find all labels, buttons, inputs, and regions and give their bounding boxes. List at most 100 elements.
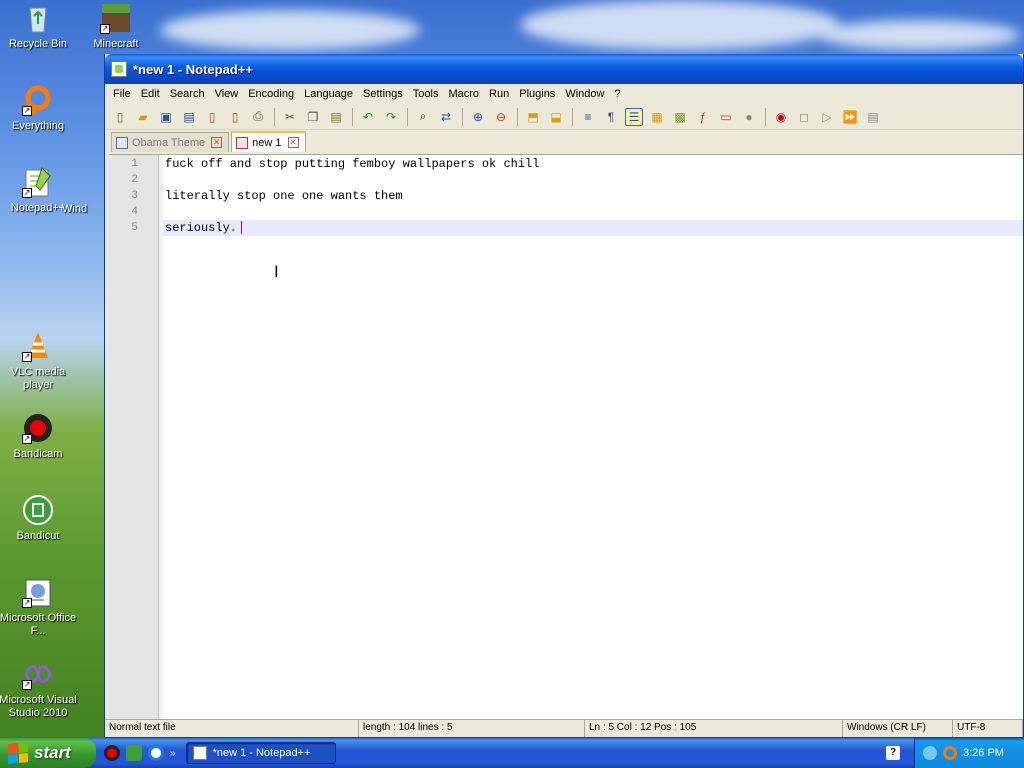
desktop-icon-visual-studio[interactable]: ↗ Microsoft Visual Studio 2010 xyxy=(0,658,78,720)
sync-horizontal-icon[interactable]: ⬓ xyxy=(547,108,565,126)
document-map-icon[interactable]: ▩ xyxy=(671,108,689,126)
network-icon[interactable] xyxy=(923,746,937,760)
taskbar-button-label: *new 1 - Notepad++ xyxy=(212,747,311,759)
menu-encoding[interactable]: Encoding xyxy=(244,86,300,102)
tab-obama-theme[interactable]: Obama Theme ✕ xyxy=(111,132,230,152)
bandicam-quick-launch-icon[interactable] xyxy=(104,745,120,761)
save-all-icon[interactable]: ▤ xyxy=(180,108,198,126)
find-icon[interactable]: ⌕ xyxy=(414,108,432,126)
redo-icon[interactable]: ↷ xyxy=(382,108,400,126)
desktop-icon-everything[interactable]: ↗ Everything xyxy=(0,84,78,133)
menu-bar: File Edit Search View Encoding Language … xyxy=(105,84,1023,104)
tab-new-1[interactable]: new 1 ✕ xyxy=(231,131,306,152)
desktop-icon-bandicut[interactable]: Bandicut xyxy=(0,494,78,543)
text-content[interactable]: fuck off and stop putting femboy wallpap… xyxy=(163,155,1023,719)
menu-edit[interactable]: Edit xyxy=(137,86,166,102)
vlc-cone-icon: ↗ xyxy=(22,330,54,362)
text-line[interactable]: literally stop one one wants them xyxy=(163,188,1023,204)
folder-as-workspace-icon[interactable]: ▭ xyxy=(717,108,735,126)
user-language-icon[interactable]: ▦ xyxy=(648,108,666,126)
open-file-icon[interactable]: ▰ xyxy=(134,108,152,126)
clock[interactable]: 3:26 PM xyxy=(963,747,1004,759)
shortcut-arrow-icon: ↗ xyxy=(22,598,32,608)
text-line[interactable]: fuck off and stop putting femboy wallpap… xyxy=(163,156,1023,172)
desktop-icon-recycle-bin[interactable]: Recycle Bin xyxy=(0,2,78,51)
bandicut-quick-launch-icon[interactable] xyxy=(126,745,142,761)
close-file-icon[interactable]: ▯ xyxy=(203,108,221,126)
show-all-characters-icon[interactable]: ¶ xyxy=(602,108,620,126)
new-file-icon[interactable]: ▯ xyxy=(111,108,129,126)
editor-area[interactable]: 1 2 3 4 5 fuck off and stop putting femb… xyxy=(109,154,1023,719)
sync-vertical-icon[interactable]: ⬒ xyxy=(524,108,542,126)
undo-icon[interactable]: ↶ xyxy=(359,108,377,126)
notepadpp-icon: ↗ xyxy=(22,166,54,198)
quick-launch: » xyxy=(96,745,180,761)
close-tab-icon[interactable]: ✕ xyxy=(211,137,223,148)
indent-guide-icon[interactable]: ☰ xyxy=(625,107,643,126)
menu-plugins[interactable]: Plugins xyxy=(515,86,561,102)
status-length: length : 104 lines : 5 xyxy=(359,720,585,737)
close-all-icon[interactable]: ▯ xyxy=(226,108,244,126)
replace-icon[interactable]: ⇄ xyxy=(437,108,455,126)
toolbar-separator xyxy=(462,107,463,126)
start-button[interactable]: start xyxy=(0,738,96,768)
menu-tools[interactable]: Tools xyxy=(409,86,445,102)
macro-play-icon[interactable]: ▷ xyxy=(818,108,836,126)
paste-icon[interactable]: ▤ xyxy=(327,108,345,126)
shortcut-arrow-icon: ↗ xyxy=(22,188,32,198)
status-eol: Windows (CR LF) xyxy=(843,720,953,737)
desktop-icon-bandicam[interactable]: ↗ Bandicam xyxy=(0,412,78,461)
desktop-icon-minecraft[interactable]: ↗ Minecraft xyxy=(76,2,156,51)
text-line[interactable] xyxy=(163,172,1023,188)
desktop-icon-label: Recycle Bin xyxy=(8,38,68,50)
help-icon[interactable]: ? xyxy=(886,746,900,760)
shortcut-arrow-icon: ↗ xyxy=(22,434,32,444)
close-tab-icon[interactable]: ✕ xyxy=(287,137,299,148)
menu-file[interactable]: File xyxy=(109,86,137,102)
menu-view[interactable]: View xyxy=(211,86,245,102)
desktop-icon-windows-partial[interactable]: Wind xyxy=(62,203,104,216)
line-number: 5 xyxy=(131,222,138,234)
shortcut-arrow-icon: ↗ xyxy=(22,352,32,362)
title-bar[interactable]: *new 1 - Notepad++ xyxy=(105,54,1023,84)
macro-record-icon[interactable]: ◉ xyxy=(772,108,790,126)
zoom-in-icon[interactable]: ⊕ xyxy=(469,108,487,126)
desktop-icon-label: Microsoft Visual Studio 2010 xyxy=(0,694,77,719)
desktop-icon-label: Wind xyxy=(62,203,88,215)
macro-save-icon[interactable]: ▤ xyxy=(864,108,882,126)
word-wrap-icon[interactable]: ≡ xyxy=(579,108,597,126)
print-icon[interactable]: ⎙ xyxy=(249,108,267,126)
menu-search[interactable]: Search xyxy=(166,86,211,102)
menu-run[interactable]: Run xyxy=(485,86,515,102)
menu-language[interactable]: Language xyxy=(300,86,359,102)
notepadpp-window[interactable]: *new 1 - Notepad++ File Edit Search View… xyxy=(104,54,1024,738)
monitoring-icon[interactable]: ● xyxy=(740,108,758,126)
menu-macro[interactable]: Macro xyxy=(444,86,485,102)
window-title: *new 1 - Notepad++ xyxy=(133,61,253,77)
saved-file-icon xyxy=(116,136,128,149)
macro-stop-icon[interactable]: ◻ xyxy=(795,108,813,126)
menu-window[interactable]: Window xyxy=(561,86,610,102)
internet-explorer-icon[interactable] xyxy=(148,745,164,761)
menu-settings[interactable]: Settings xyxy=(359,86,409,102)
copy-icon[interactable]: ❐ xyxy=(304,108,322,126)
desktop-icon-label: Minecraft xyxy=(93,38,139,50)
desktop-icon-ms-office[interactable]: ↗ Microsoft Office F... xyxy=(0,576,78,638)
tab-label: new 1 xyxy=(252,136,282,149)
desktop-icon-vlc[interactable]: ↗ VLC media player xyxy=(0,330,78,392)
current-text-line[interactable]: seriously. xyxy=(163,220,1023,236)
everything-tray-icon[interactable] xyxy=(943,746,957,760)
function-list-icon[interactable]: ƒ xyxy=(694,108,712,126)
macro-run-multiple-icon[interactable]: ⏩ xyxy=(841,108,859,126)
quick-launch-expand-icon[interactable]: » xyxy=(170,748,176,759)
menu-help[interactable]: ? xyxy=(610,86,626,102)
text-line[interactable] xyxy=(163,204,1023,220)
taskbar-button-notepadpp[interactable]: *new 1 - Notepad++ xyxy=(185,742,336,764)
status-bar: Normal text file length : 104 lines : 5 … xyxy=(105,719,1023,737)
text-line-content: seriously. xyxy=(165,221,238,235)
save-icon[interactable]: ▣ xyxy=(157,108,175,126)
line-number: 1 xyxy=(131,158,138,170)
shortcut-arrow-icon: ↗ xyxy=(22,106,32,116)
zoom-out-icon[interactable]: ⊖ xyxy=(492,108,510,126)
cut-icon[interactable]: ✂ xyxy=(281,108,299,126)
